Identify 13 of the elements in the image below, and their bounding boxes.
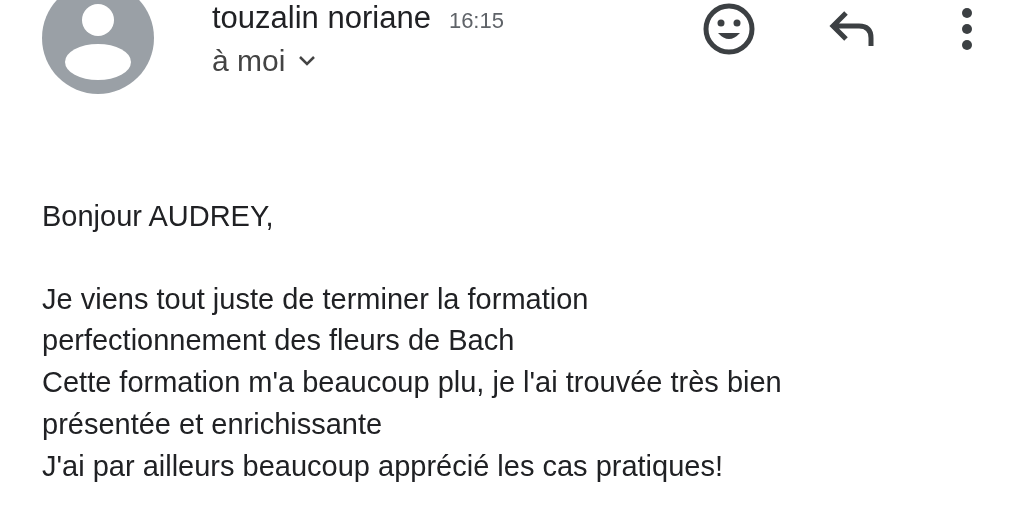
more-options-button[interactable] — [960, 7, 974, 51]
emoji-reaction-button[interactable] — [702, 2, 756, 56]
chevron-down-icon — [297, 54, 318, 68]
message-line: présentée et enrichissante — [42, 406, 384, 442]
message-line: Je viens tout juste de terminer la formation — [42, 281, 590, 317]
greeting-text: Bonjour AUDREY, — [42, 199, 275, 234]
sender-name: touzalin noriane — [212, 2, 431, 34]
message-line: J'ai par ailleurs beaucoup apprécié les cas pratiques! — [42, 448, 724, 484]
recipient-toggle[interactable]: à moi — [212, 44, 652, 78]
message-line: perfectionnement des fleurs de Bach — [42, 323, 516, 359]
message-time: 16:15 — [448, 8, 504, 34]
message-line: Cette formation m'a beaucoup plu, je l'ai trouvée très bien — [42, 365, 783, 401]
avatar-icon — [42, 0, 154, 94]
